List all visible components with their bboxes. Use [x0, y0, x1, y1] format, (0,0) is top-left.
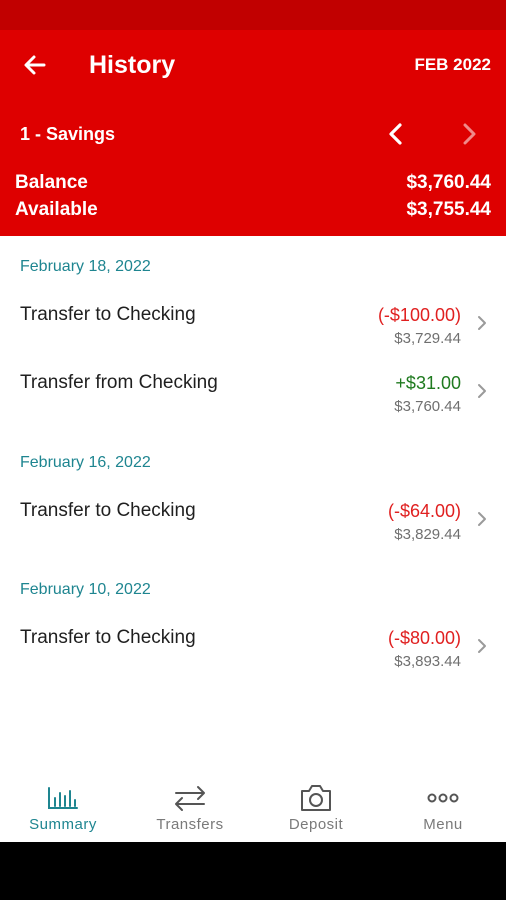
transaction-row[interactable]: Transfer to Checking (-$80.00) $3,893.44: [0, 626, 506, 686]
chevron-right-icon: [478, 384, 486, 398]
chevron-right-icon: [478, 316, 486, 330]
available-label: Available: [15, 199, 98, 220]
bottom-tab-bar: Summary Transfers Deposit Menu: [0, 770, 506, 842]
transaction-description: Transfer to Checking: [20, 304, 196, 325]
transaction-description: Transfer to Checking: [20, 627, 196, 648]
chevron-left-icon[interactable]: [385, 121, 407, 147]
swap-arrows-icon: [175, 786, 205, 811]
system-navigation-bar: [0, 842, 506, 900]
transaction-amount: (-$80.00): [387, 628, 461, 648]
chevron-right-icon: [478, 512, 486, 526]
month-selector[interactable]: FEB 2022: [414, 54, 491, 76]
chevron-right-icon[interactable]: [458, 121, 480, 147]
transaction-running-balance: $3,729.44: [394, 330, 461, 347]
available-value: $3,755.44: [406, 199, 491, 220]
transaction-amount: (-$100.00): [377, 305, 461, 325]
date-header: February 16, 2022: [20, 454, 151, 471]
date-header: February 10, 2022: [20, 581, 151, 598]
transaction-description: Transfer from Checking: [20, 372, 218, 393]
tab-deposit[interactable]: Deposit: [253, 770, 379, 842]
tab-label: Menu: [423, 816, 463, 833]
bar-chart-icon: [48, 787, 78, 809]
transaction-row[interactable]: Transfer to Checking (-$100.00) $3,729.4…: [0, 303, 506, 363]
balance-value: $3,760.44: [406, 172, 491, 193]
transaction-amount: (-$64.00): [387, 501, 461, 521]
transaction-row[interactable]: Transfer to Checking (-$64.00) $3,829.44: [0, 499, 506, 559]
balance-label: Balance: [15, 172, 88, 193]
tab-label: Deposit: [288, 816, 344, 833]
transaction-description: Transfer to Checking: [20, 500, 196, 521]
transaction-running-balance: $3,829.44: [394, 526, 461, 543]
more-dots-icon: [427, 793, 459, 803]
date-header: February 18, 2022: [20, 258, 151, 275]
chevron-right-icon: [478, 639, 486, 653]
transaction-row[interactable]: Transfer from Checking +$31.00 $3,760.44: [0, 371, 506, 431]
page-title: History: [89, 51, 176, 79]
transaction-amount: +$31.00: [395, 373, 461, 393]
account-name: 1 - Savings: [20, 124, 116, 144]
camera-icon: [301, 785, 331, 811]
status-bar: [0, 0, 506, 30]
tab-summary[interactable]: Summary: [0, 770, 126, 842]
back-arrow-icon[interactable]: [20, 50, 50, 80]
transaction-running-balance: $3,760.44: [394, 398, 461, 415]
tab-label: Summary: [29, 816, 97, 833]
tab-label: Transfers: [156, 816, 224, 833]
tab-transfers[interactable]: Transfers: [127, 770, 253, 842]
transaction-running-balance: $3,893.44: [394, 653, 461, 670]
tab-menu[interactable]: Menu: [380, 770, 506, 842]
header: History FEB 2022 1 - Savings Balance $3,…: [0, 30, 506, 236]
